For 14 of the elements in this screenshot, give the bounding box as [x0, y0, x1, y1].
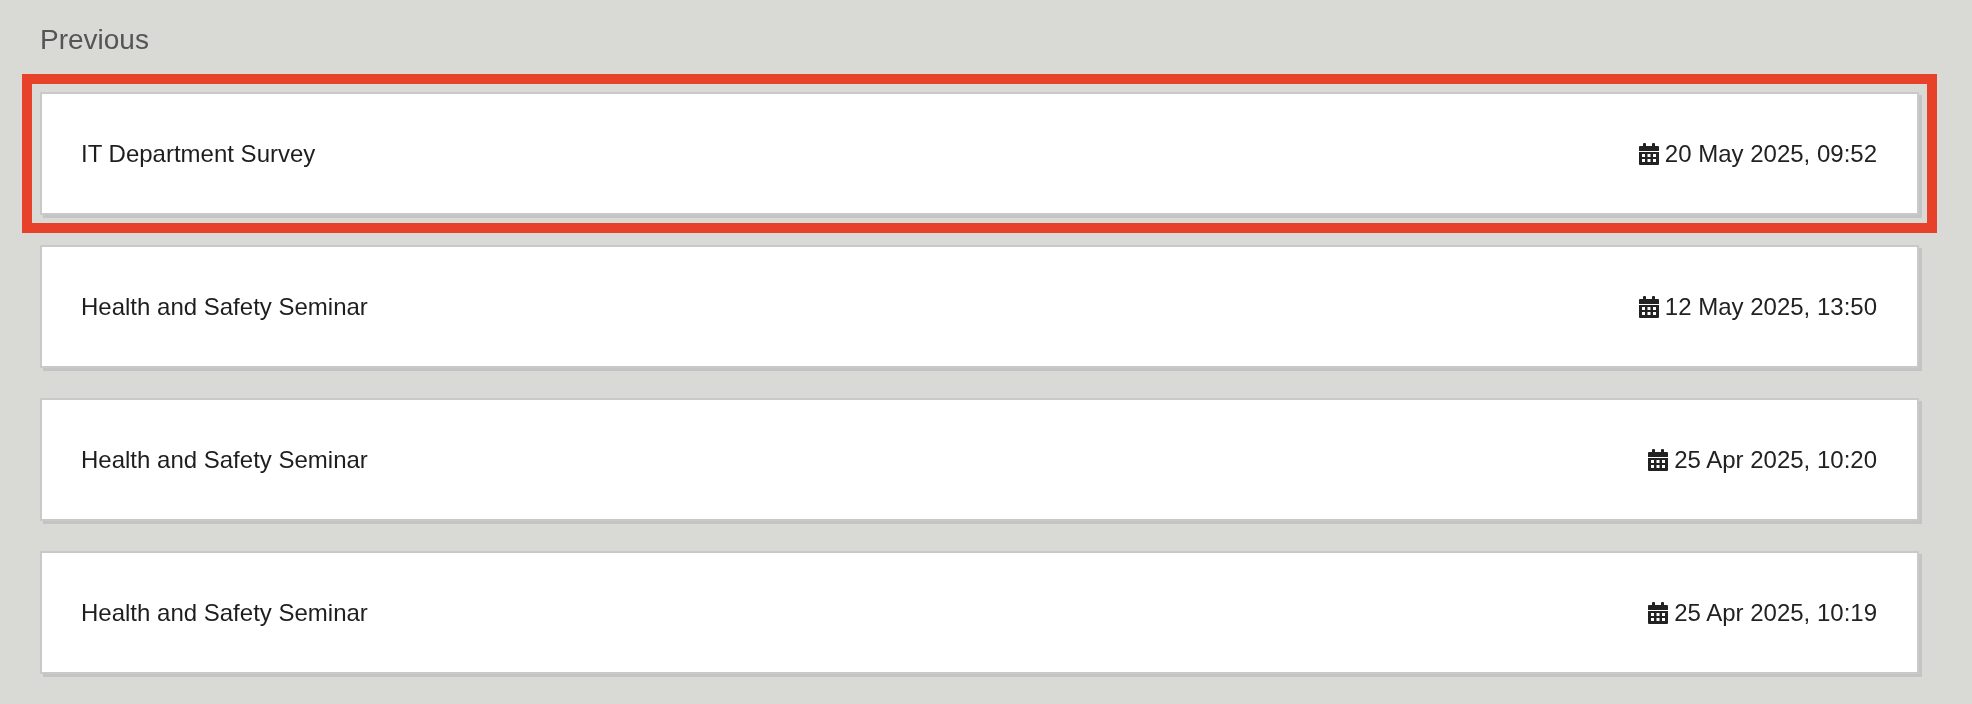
calendar-icon	[1648, 601, 1669, 624]
calendar-icon	[1648, 448, 1669, 471]
calendar-icon	[1638, 142, 1659, 165]
item-date: 12 May 2025, 13:50	[1664, 292, 1877, 321]
item-date: 25 Apr 2025, 10:19	[1674, 598, 1877, 627]
item-title: Health and Safety Seminar	[81, 598, 368, 627]
calendar-icon	[1638, 295, 1659, 318]
section-heading: Previous	[40, 24, 149, 56]
item-title: Health and Safety Seminar	[81, 292, 368, 321]
list-item[interactable]: IT Department Survey 20 May 2025, 09:52	[22, 74, 1937, 233]
item-title: Health and Safety Seminar	[81, 445, 368, 474]
item-title: IT Department Survey	[81, 139, 316, 168]
item-date: 20 May 2025, 09:52	[1664, 139, 1877, 168]
item-date: 25 Apr 2025, 10:20	[1674, 445, 1877, 474]
